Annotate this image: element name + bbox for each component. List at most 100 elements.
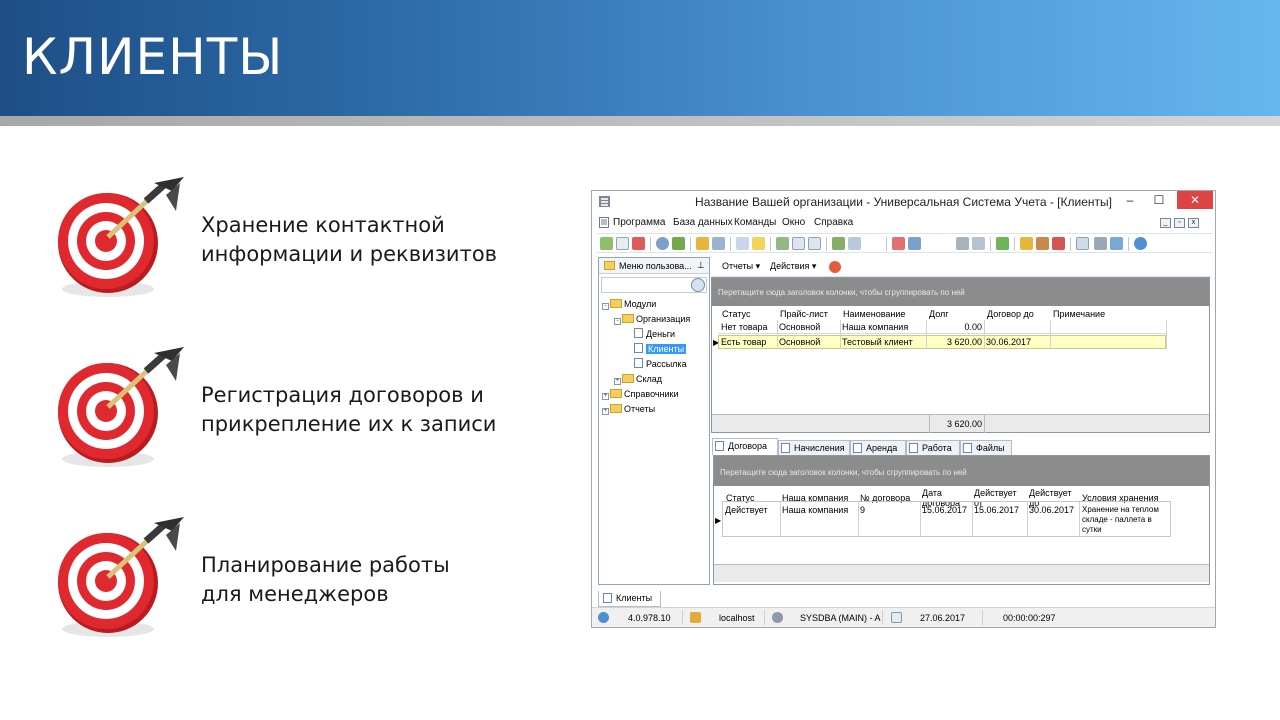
tree-item-organization[interactable]: - Организация (614, 313, 690, 326)
cell-contract-number: 9 (860, 505, 866, 515)
bullet-contacts: Хранение контактной информации и реквизи… (50, 165, 550, 305)
pin-icon[interactable]: ⊥ (697, 260, 705, 271)
cell-valid-from: 15.06.2017 (974, 505, 1020, 515)
panel-title: Меню пользова... (619, 261, 692, 271)
slide-header: КЛИЕНТЫ (0, 0, 1280, 116)
mdi-close-icon[interactable]: x (1188, 218, 1199, 228)
mdi-restore-icon[interactable]: ▫ (1174, 218, 1185, 228)
filter-icon[interactable] (696, 237, 709, 250)
users-icon[interactable] (1036, 237, 1049, 250)
column-header-contract-until[interactable]: Договор до (987, 309, 1034, 319)
menu-program[interactable]: Программа (613, 217, 665, 228)
column-header-status[interactable]: Статус (722, 309, 750, 319)
window-titlebar[interactable]: Название Вашей организации - Универсальн… (592, 191, 1215, 213)
cell-debt: 3 620.00 (946, 337, 982, 347)
tab-contracts[interactable]: Договора (712, 438, 778, 455)
bullet-text: Регистрация договоров и прикрепление их … (201, 381, 496, 439)
menu-window[interactable]: Окно (782, 217, 805, 228)
group-panel[interactable]: Перетащите сюда заголовок колонки, чтобы… (714, 456, 1209, 486)
tab-rent[interactable]: Аренда (850, 440, 906, 455)
main-toolbar (596, 233, 1213, 253)
tree-item-clients[interactable]: Клиенты (634, 343, 687, 356)
note-icon[interactable] (752, 237, 765, 250)
send-icon[interactable] (1110, 237, 1123, 250)
mdi-minimize-icon[interactable]: _ (1160, 218, 1171, 228)
column-header-price-list[interactable]: Прайс-лист (780, 309, 828, 319)
export-icon[interactable] (776, 237, 789, 250)
tree-item-modules[interactable]: - Модули (602, 298, 656, 311)
tab-charges[interactable]: Начисления (778, 440, 850, 455)
close-button[interactable]: ✕ (1177, 191, 1213, 209)
folder-icon (604, 261, 615, 270)
window-tab-clients[interactable]: Клиенты (598, 591, 661, 607)
actions-dropdown[interactable]: Действия ▾ (770, 261, 816, 272)
tools-icon[interactable] (956, 237, 969, 250)
info-icon[interactable] (1134, 237, 1147, 250)
clients-grid: Перетащите сюда заголовок колонки, чтобы… (711, 277, 1210, 433)
table-row-selected[interactable]: Есть товар Основной Тестовый клиент 3 62… (718, 335, 1166, 349)
check-icon[interactable] (996, 237, 1009, 250)
menu-help[interactable]: Справка (814, 217, 853, 228)
table-row[interactable]: Действует Наша компания 9 15.06.2017 15.… (722, 501, 1171, 537)
add-record-icon[interactable] (736, 237, 749, 250)
grid-toolbar: Отчеты ▾ Действия ▾ (712, 257, 1212, 277)
expand-icon[interactable] (808, 237, 821, 250)
stop-icon[interactable] (829, 261, 841, 273)
status-version: 4.0.978.10 (628, 613, 671, 623)
minimize-button[interactable]: – (1116, 191, 1144, 209)
info-icon (598, 612, 609, 623)
cell-company: Наша компания (782, 505, 849, 515)
status-bar: 4.0.978.10 localhost SYSDBA (MAIN) - A 2… (592, 607, 1215, 627)
delete-icon[interactable] (632, 237, 645, 250)
slide-title: КЛИЕНТЫ (22, 28, 284, 86)
print-preview-icon[interactable] (848, 237, 861, 250)
column-header-note[interactable]: Примечание (1053, 309, 1105, 319)
window-new-icon[interactable] (892, 237, 905, 250)
cell-debt: 0.00 (964, 322, 982, 332)
target-dart-icon (58, 347, 184, 467)
cell-status: Нет товара (721, 322, 768, 332)
settings-icon[interactable] (972, 237, 985, 250)
printer-icon[interactable] (1094, 237, 1107, 250)
panel-header: Меню пользова... ⊥ (599, 258, 709, 274)
status-host: localhost (719, 613, 755, 623)
status-date: 27.06.2017 (920, 613, 966, 623)
nav-search-input[interactable] (601, 277, 707, 293)
search-icon[interactable] (691, 278, 705, 292)
grid-footer (714, 564, 1209, 582)
target-dart-icon (58, 517, 184, 637)
status-user: SYSDBA (MAIN) - A (800, 613, 881, 623)
link-icon[interactable] (672, 237, 685, 250)
menu-database[interactable]: База данных (673, 217, 733, 228)
lock-icon[interactable] (1020, 237, 1033, 250)
reports-dropdown[interactable]: Отчеты ▾ (722, 261, 760, 272)
column-header-debt[interactable]: Долг (929, 309, 949, 319)
tree-item-directories[interactable]: + Справочники (602, 388, 679, 401)
collapse-icon[interactable] (792, 237, 805, 250)
group-panel[interactable]: Перетащите сюда заголовок колонки, чтобы… (712, 278, 1209, 306)
cell-contract-until: 30.06.2017 (986, 337, 1032, 347)
refresh-icon[interactable] (600, 237, 613, 250)
column-header-name[interactable]: Наименование (843, 309, 905, 319)
tab-work[interactable]: Работа (906, 440, 960, 455)
tree-item-mailing[interactable]: Рассылка (634, 358, 687, 371)
contracts-grid: Перетащите сюда заголовок колонки, чтобы… (713, 455, 1210, 585)
menu-bar: Программа База данных Команды Окно Справ… (596, 215, 1211, 231)
table-row[interactable]: Нет товара Основной Наша компания 0.00 (718, 320, 1166, 334)
copy-icon[interactable] (616, 237, 629, 250)
cell-name: Тестовый клиент (842, 337, 913, 347)
tab-files[interactable]: Файлы (960, 440, 1012, 455)
chart-icon[interactable] (832, 237, 845, 250)
tree-item-money[interactable]: Деньги (634, 328, 675, 341)
search-icon[interactable] (656, 237, 669, 250)
filter-edit-icon[interactable] (712, 237, 725, 250)
menu-commands[interactable]: Команды (734, 217, 776, 228)
tree-item-reports[interactable]: + Отчеты (602, 403, 655, 416)
table-icon[interactable] (1076, 237, 1089, 250)
database-icon (690, 612, 701, 623)
cell-status: Действует (725, 505, 768, 515)
window-close-icon[interactable] (908, 237, 921, 250)
tree-item-warehouse[interactable]: + Склад (614, 373, 662, 386)
maximize-button[interactable]: ☐ (1145, 191, 1173, 209)
disconnect-icon[interactable] (1052, 237, 1065, 250)
